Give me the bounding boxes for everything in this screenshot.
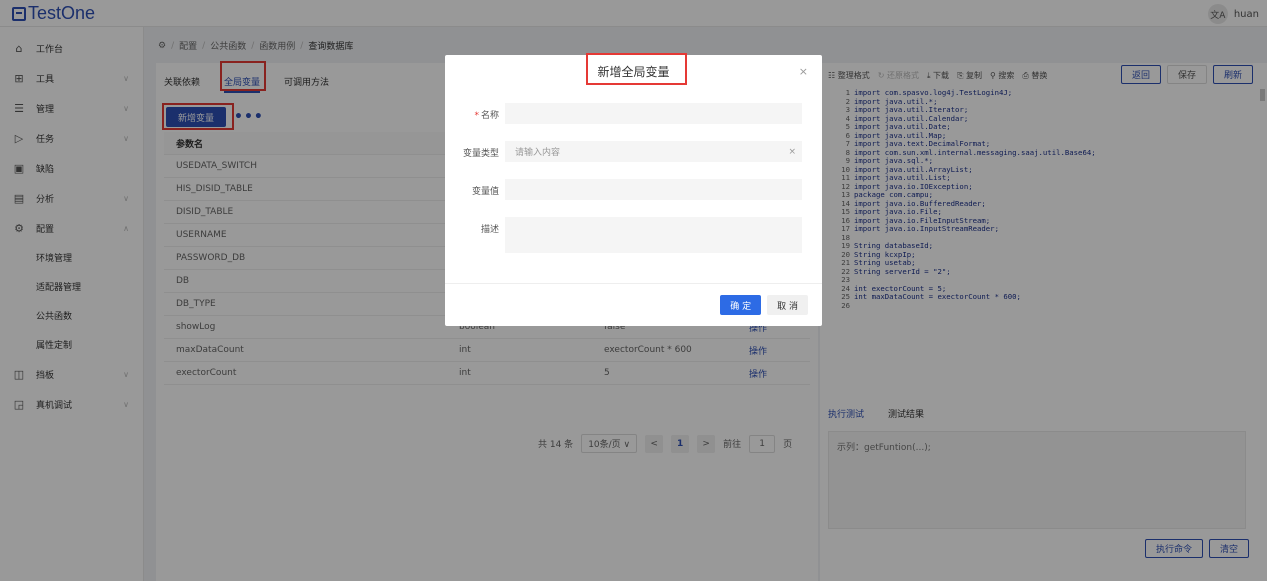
clear-icon[interactable]: × bbox=[788, 147, 796, 157]
dialog-divider bbox=[445, 283, 822, 284]
value-input[interactable] bbox=[505, 179, 802, 200]
desc-label: 描述 bbox=[480, 225, 499, 235]
type-label: 变量类型 bbox=[462, 149, 499, 159]
dialog-footer: 确 定 取 消 bbox=[720, 295, 808, 315]
desc-input[interactable] bbox=[505, 217, 802, 253]
value-row: 变量值 bbox=[445, 179, 822, 200]
type-input[interactable]: 请输入内容 × bbox=[505, 141, 802, 162]
name-label: * 名称 bbox=[445, 103, 505, 121]
type-placeholder: 请输入内容 bbox=[515, 148, 561, 158]
value-label: 变量值 bbox=[471, 187, 499, 197]
name-row: * 名称 bbox=[445, 103, 822, 124]
required-mark: * bbox=[474, 111, 479, 121]
highlight-box bbox=[586, 53, 687, 85]
close-icon[interactable]: × bbox=[799, 65, 808, 78]
desc-row: 描述 bbox=[445, 217, 822, 253]
type-row: 变量类型 请输入内容 × bbox=[445, 141, 822, 162]
add-global-variable-dialog: 新增全局变量 × * 名称 变量类型 请输入内容 × 变量值 描述 确 定 取 消 bbox=[445, 53, 822, 326]
confirm-button[interactable]: 确 定 bbox=[720, 295, 762, 315]
name-input[interactable] bbox=[505, 103, 802, 124]
cancel-button[interactable]: 取 消 bbox=[767, 295, 808, 315]
name-label-text: 名称 bbox=[480, 111, 499, 121]
